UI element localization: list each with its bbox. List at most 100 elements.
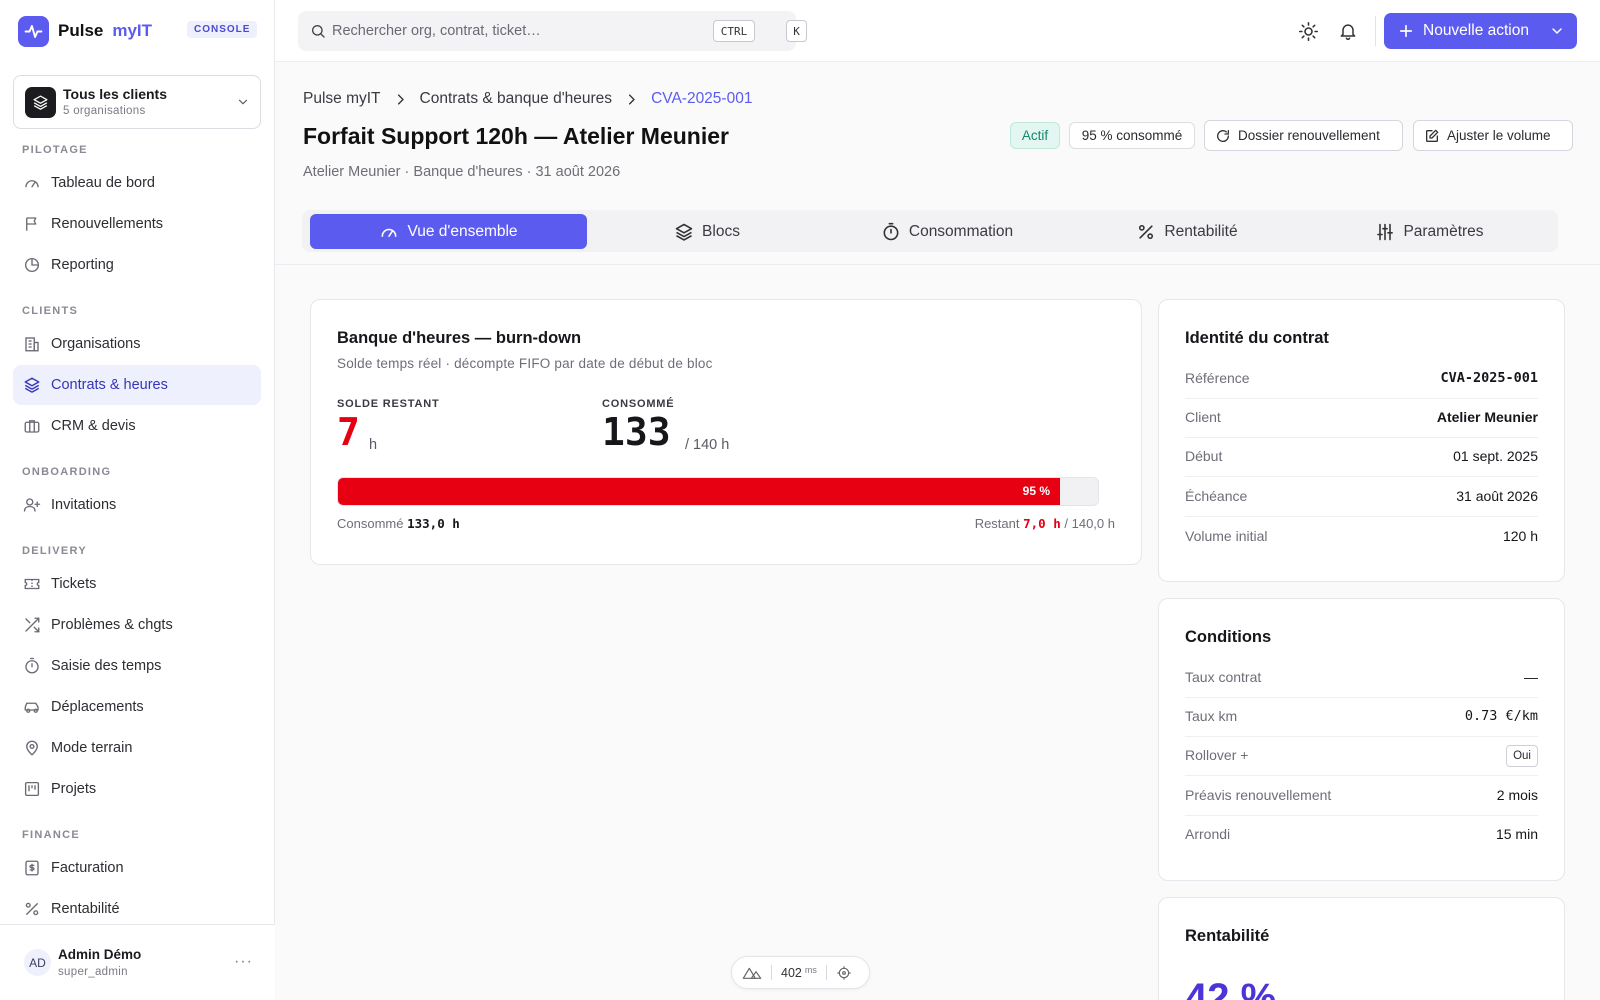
sidebar-item-deplacements[interactable]: Déplacements <box>13 687 261 727</box>
client-switcher[interactable]: Tous les clients 5 organisations <box>13 75 261 129</box>
sidebar-item-label: Tableau de bord <box>51 175 155 191</box>
consumption-progress-fill: 95 % <box>338 478 1060 505</box>
kv-key: Échéance <box>1185 488 1248 504</box>
user-menu[interactable]: AD Admin Démo super_admin ··· <box>0 924 275 1000</box>
framework-logo-icon <box>742 966 762 980</box>
tab-consumption[interactable]: Consommation <box>827 214 1067 249</box>
plus-icon <box>1397 22 1415 40</box>
consumed-footer-label: Consommé <box>337 516 404 531</box>
tab-settings-label: Paramètres <box>1403 222 1484 240</box>
stopwatch-icon <box>881 222 901 242</box>
page-title: Forfait Support 120h — Atelier Meunier <box>303 123 729 149</box>
renewal-file-button[interactable]: Dossier renouvellement <box>1204 120 1403 151</box>
shortcut-key-k: K <box>786 20 807 42</box>
new-action-button[interactable]: Nouvelle action <box>1384 13 1577 49</box>
notifications-bell-icon[interactable] <box>1336 19 1360 43</box>
client-switcher-subtitle: 5 organisations <box>63 105 146 117</box>
conditions-row-km-rate: Taux km 0.73 €/km <box>1185 698 1538 737</box>
latency-unit: ms <box>804 964 817 975</box>
adjust-volume-button[interactable]: Ajuster le volume <box>1413 120 1573 151</box>
theme-toggle-sun-icon[interactable] <box>1296 19 1320 43</box>
tab-blocks[interactable]: Blocs <box>587 214 827 249</box>
tab-profitability[interactable]: Rentabilité <box>1067 214 1307 249</box>
kanban-icon <box>22 780 41 799</box>
conditions-row-rollover: Rollover + Oui <box>1185 737 1538 776</box>
breadcrumb: Pulse myIT Contrats & banque d'heures CV… <box>303 90 752 108</box>
sidebar-item-tickets[interactable]: Tickets <box>13 564 261 604</box>
tab-overview[interactable]: Vue d'ensemble <box>310 214 587 249</box>
pie-chart-icon <box>22 256 41 275</box>
sidebar-item-label: Saisie des temps <box>51 658 162 674</box>
breadcrumb-item-contracts[interactable]: Contrats & banque d'heures <box>420 90 613 108</box>
sidebar-item-rentabilite[interactable]: Rentabilité <box>13 889 261 929</box>
conditions-row-rate: Taux contrat — <box>1185 659 1538 698</box>
conditions-row-notice: Préavis renouvellement 2 mois <box>1185 777 1538 816</box>
sidebar-item-projets[interactable]: Projets <box>13 769 261 809</box>
ticket-icon <box>22 575 41 594</box>
sidebar-item-label: CRM & devis <box>51 418 136 434</box>
building-icon <box>22 335 41 354</box>
sidebar-item-organisations[interactable]: Organisations <box>13 324 261 364</box>
burndown-subtitle: Solde temps réel · décompte FIFO par dat… <box>337 356 713 371</box>
sidebar-item-invitations[interactable]: Invitations <box>13 485 261 525</box>
kv-value: 0.73 €/km <box>1464 708 1538 724</box>
more-icon[interactable]: ··· <box>234 953 253 971</box>
refresh-icon <box>1215 128 1231 144</box>
consumed-total: / 140 h <box>685 437 730 453</box>
kv-key: Rollover + <box>1185 747 1249 763</box>
sidebar-item-crm-devis[interactable]: CRM & devis <box>13 406 261 446</box>
pulse-logo-icon <box>18 15 49 47</box>
breadcrumb-item-home[interactable]: Pulse myIT <box>303 90 381 108</box>
client-switcher-title: Tous les clients <box>63 86 167 102</box>
search-box[interactable]: CTRL K <box>298 11 807 51</box>
pill-divider <box>771 965 772 980</box>
sidebar-item-label: Organisations <box>51 336 141 352</box>
identity-row-end: Échéance 31 août 2026 <box>1185 478 1538 517</box>
search-input[interactable] <box>332 11 702 51</box>
remaining-footer-total: / 140,0 h <box>1064 516 1115 531</box>
page-header: Pulse myIT Contrats & banque d'heures CV… <box>275 62 1600 265</box>
profitability-title: Rentabilité <box>1185 927 1270 945</box>
brand[interactable]: Pulse myIT <box>18 15 152 47</box>
kv-key: Taux contrat <box>1185 669 1262 685</box>
kv-value: Atelier Meunier <box>1436 409 1538 425</box>
percent-icon <box>22 900 41 919</box>
sidebar-item-saisie-temps[interactable]: Saisie des temps <box>13 646 261 686</box>
crosshair-icon[interactable] <box>836 965 852 981</box>
chevron-down-icon <box>1549 23 1565 39</box>
consumption-progress-label: 95 % <box>1022 484 1050 498</box>
renewal-file-label: Dossier renouvellement <box>1238 128 1380 143</box>
section-label-onboarding: ONBOARDING <box>22 466 112 478</box>
sidebar-item-contrats-heures[interactable]: Contrats & heures <box>13 365 261 405</box>
gauge-icon <box>22 174 41 193</box>
kv-key: Arrondi <box>1185 826 1231 842</box>
tab-blocks-label: Blocs <box>702 222 740 240</box>
burndown-title: Banque d'heures — burn-down <box>337 329 582 347</box>
kv-value: 31 août 2026 <box>1456 488 1538 504</box>
sidebar-item-reporting[interactable]: Reporting <box>13 245 261 285</box>
kv-value: 120 h <box>1502 528 1538 544</box>
kv-key: Taux km <box>1185 708 1238 724</box>
consumed-footer-value: 133,0 h <box>407 516 460 531</box>
sidebar-item-tableau-de-bord[interactable]: Tableau de bord <box>13 163 261 203</box>
sidebar-item-renouvellements[interactable]: Renouvellements <box>13 204 261 244</box>
consumption-badge: 95 % consommé <box>1069 122 1195 149</box>
tab-settings[interactable]: Paramètres <box>1307 214 1552 249</box>
sidebar-item-mode-terrain[interactable]: Mode terrain <box>13 728 261 768</box>
rollover-chip: Oui <box>1506 745 1538 767</box>
gauge-icon <box>379 222 399 242</box>
percent-icon <box>1136 222 1156 242</box>
edit-icon <box>1424 128 1440 144</box>
shuffle-icon <box>22 616 41 635</box>
chevron-down-icon <box>236 95 250 109</box>
kv-value: 2 mois <box>1496 787 1538 803</box>
chevron-right-icon <box>393 92 408 107</box>
brand-name: Pulse <box>58 21 104 40</box>
sidebar-item-facturation[interactable]: Facturation <box>13 848 261 888</box>
tab-bar: Vue d'ensemble Blocs Consommation Rentab… <box>302 210 1558 252</box>
kv-value: 01 sept. 2025 <box>1453 448 1538 464</box>
sidebar-item-problemes-chgts[interactable]: Problèmes & chgts <box>13 605 261 645</box>
profitability-card: Rentabilité 42 % <box>1158 897 1565 1000</box>
consumed-label: CONSOMMÉ <box>602 398 675 410</box>
tab-consumption-label: Consommation <box>908 222 1014 240</box>
